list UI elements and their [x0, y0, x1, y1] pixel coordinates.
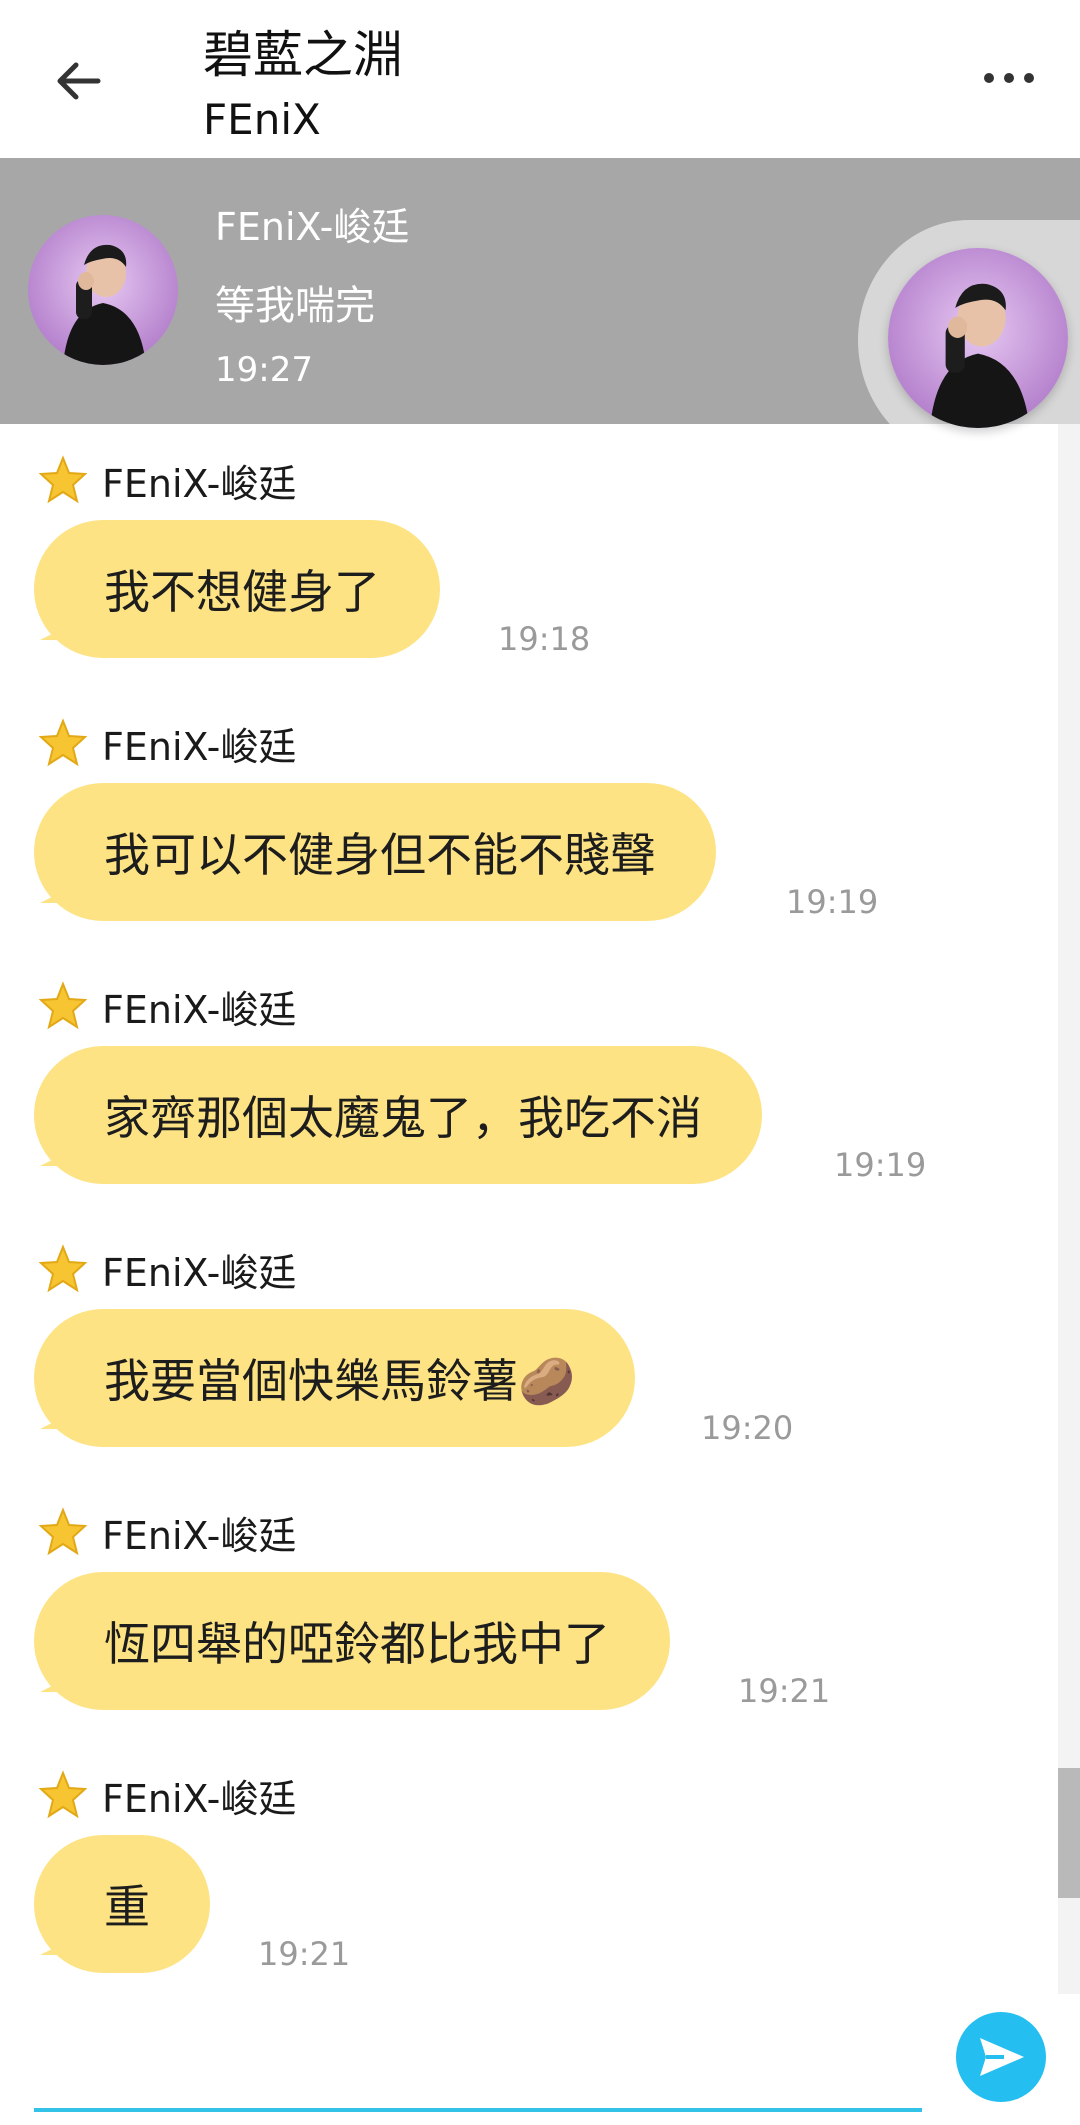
star-badge-icon: [38, 1244, 88, 1293]
message-time: 19:18: [498, 620, 591, 658]
sender-name: FEniX-峻廷: [102, 724, 297, 769]
more-dot: [1024, 73, 1034, 83]
arrow-left-icon: [57, 62, 101, 100]
sender-name: FEniX-峻廷: [102, 1513, 297, 1558]
chat-title: 碧藍之淵: [203, 26, 403, 84]
more-dot: [984, 73, 994, 83]
star-badge-icon: [38, 1507, 88, 1556]
message-sender[interactable]: FEniX-峻廷: [38, 713, 296, 773]
message-time: 19:21: [738, 1672, 831, 1710]
message-sender[interactable]: FEniX-峻廷: [38, 1502, 296, 1562]
chat-subtitle: FEniX: [203, 95, 321, 144]
sender-name: FEniX-峻廷: [102, 461, 297, 506]
star-badge-icon: [38, 718, 88, 767]
more-dot: [1004, 73, 1014, 83]
app-header: 碧藍之淵 FEniX: [0, 0, 1080, 158]
message-input[interactable]: [34, 2108, 922, 2112]
star-badge-icon: [38, 981, 88, 1030]
back-button[interactable]: [44, 46, 114, 116]
message-sender[interactable]: FEniX-峻廷: [38, 976, 296, 1036]
star-badge-icon: [38, 1770, 88, 1819]
message-time: 19:19: [786, 883, 879, 921]
message-bubble[interactable]: 重: [34, 1835, 210, 1973]
avatar-image: [28, 215, 178, 365]
more-options-button[interactable]: [974, 50, 1044, 106]
message-bubble[interactable]: 恆四舉的啞鈴都比我中了: [34, 1572, 670, 1710]
message-bubble[interactable]: 我要當個快樂馬鈴薯🥔: [34, 1309, 636, 1447]
star-badge-icon: [38, 455, 88, 504]
sender-name: FEniX-峻廷: [102, 987, 297, 1032]
floating-avatar[interactable]: [888, 248, 1068, 428]
scrollbar-thumb[interactable]: [1058, 1768, 1080, 1898]
pinned-time: 19:27: [215, 350, 313, 390]
message-time: 19:19: [834, 1146, 927, 1184]
message-time: 19:21: [258, 1935, 351, 1973]
message-bubble[interactable]: 我可以不健身但不能不賤聲: [34, 783, 716, 921]
avatar-image: [888, 248, 1068, 428]
avatar: [28, 215, 178, 365]
pinned-sender: FEniX-峻廷: [215, 205, 410, 249]
send-button[interactable]: [956, 2012, 1046, 2102]
message-bubble[interactable]: 我不想健身了: [34, 520, 440, 658]
sender-name: FEniX-峻廷: [102, 1250, 297, 1295]
pinned-message-text: 等我喘完: [215, 283, 375, 329]
message-sender[interactable]: FEniX-峻廷: [38, 450, 296, 510]
sender-name: FEniX-峻廷: [102, 1776, 297, 1821]
message-bubble[interactable]: 家齊那個太魔鬼了，我吃不消: [34, 1046, 762, 1184]
message-sender[interactable]: FEniX-峻廷: [38, 1765, 296, 1825]
send-icon: [980, 2038, 1024, 2076]
message-sender[interactable]: FEniX-峻廷: [38, 1239, 296, 1299]
message-time: 19:20: [701, 1409, 794, 1447]
scrollbar-track[interactable]: [1058, 424, 1080, 1994]
